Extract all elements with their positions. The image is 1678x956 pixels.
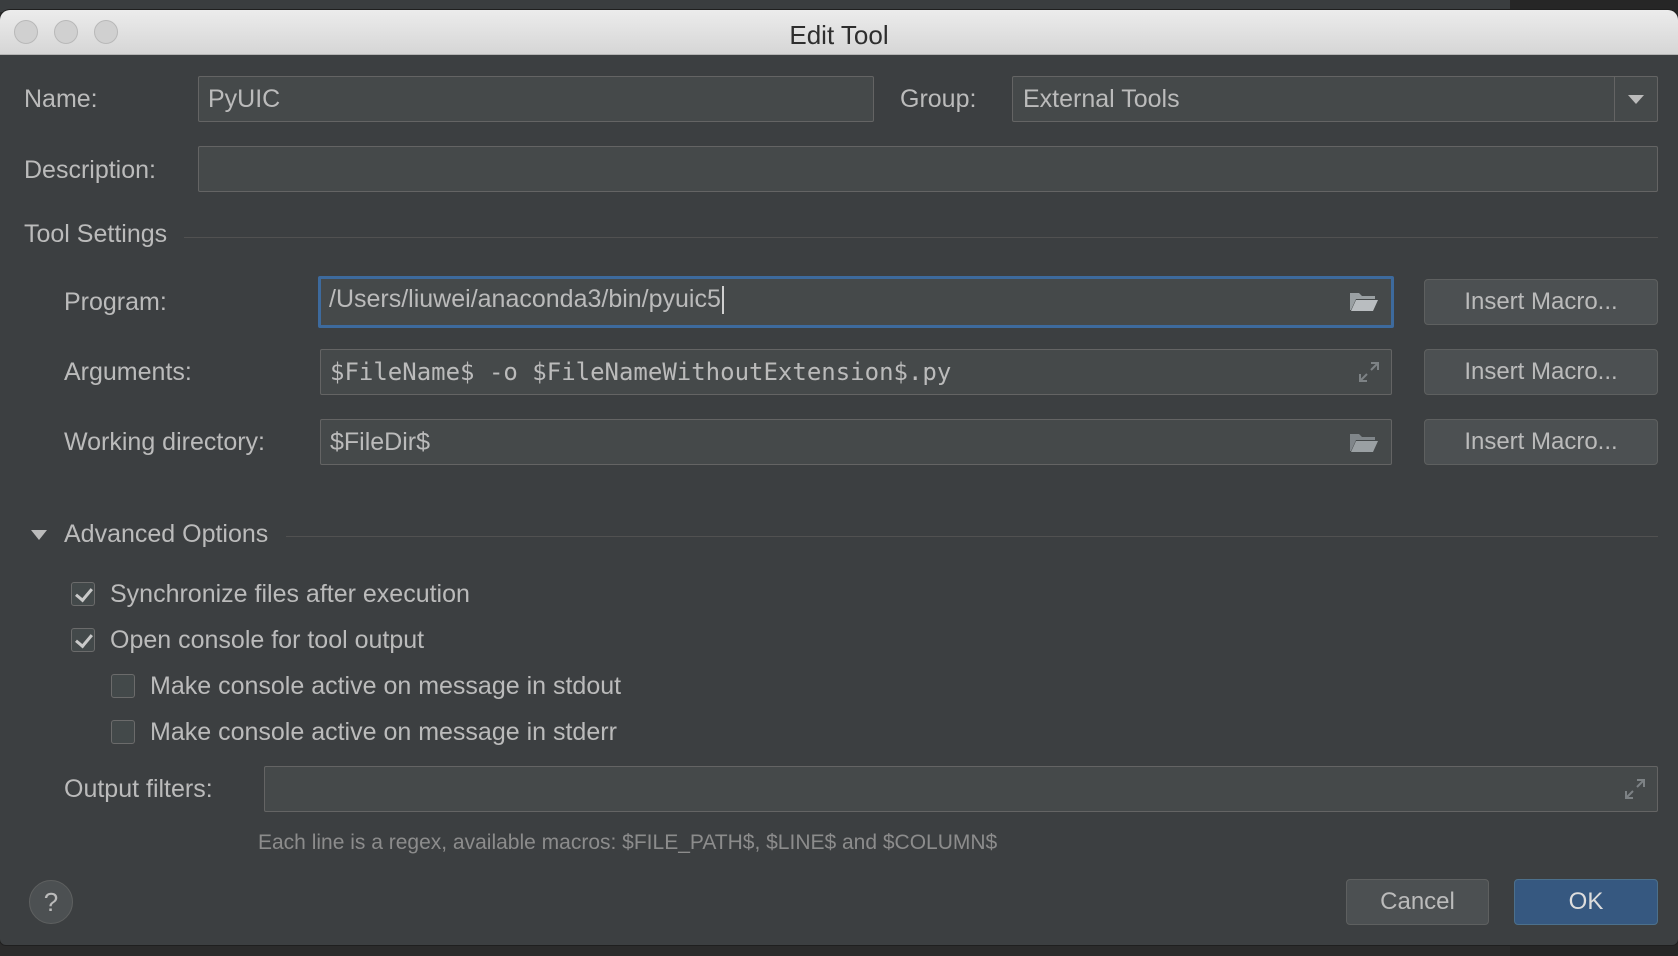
- name-label: Name:: [24, 85, 98, 113]
- arguments-label: Arguments:: [64, 358, 192, 386]
- group-value: External Tools: [1023, 85, 1180, 113]
- window-title: Edit Tool: [789, 20, 889, 50]
- working-directory-field[interactable]: $FileDir$: [320, 419, 1392, 465]
- group-label: Group:: [900, 85, 977, 113]
- open-console-label[interactable]: Open console for tool output: [110, 626, 424, 655]
- working-directory-insert-macro-button[interactable]: Insert Macro...: [1424, 419, 1658, 465]
- output-filters-label: Output filters:: [64, 775, 213, 803]
- program-insert-macro-button[interactable]: Insert Macro...: [1424, 279, 1658, 325]
- group-dropdown[interactable]: External Tools: [1012, 76, 1658, 122]
- advanced-options-separator: [286, 536, 1658, 537]
- folder-open-icon[interactable]: [1349, 431, 1379, 453]
- program-field[interactable]: /Users/liuwei/anaconda3/bin/pyuic5: [318, 276, 1394, 328]
- arguments-value: $FileName$ -o $FileNameWithoutExtension$…: [330, 358, 952, 386]
- collapse-triangle-icon[interactable]: [31, 530, 47, 540]
- sync-files-label[interactable]: Synchronize files after execution: [110, 580, 470, 609]
- arguments-insert-macro-button[interactable]: Insert Macro...: [1424, 349, 1658, 395]
- expand-icon[interactable]: [1623, 777, 1647, 801]
- output-filters-hint: Each line is a regex, available macros: …: [258, 831, 998, 854]
- title-bar: Edit Tool: [0, 10, 1678, 55]
- working-directory-value: $FileDir$: [330, 428, 431, 456]
- text-caret: [721, 286, 724, 315]
- output-filters-field[interactable]: [264, 766, 1658, 812]
- console-stderr-label[interactable]: Make console active on message in stderr: [150, 718, 617, 747]
- description-label: Description:: [24, 156, 156, 184]
- program-value: /Users/liuwei/anaconda3/bin/pyuic5: [329, 285, 721, 313]
- program-label: Program:: [64, 288, 167, 316]
- ok-button[interactable]: OK: [1514, 879, 1658, 925]
- name-field[interactable]: PyUIC: [198, 76, 874, 122]
- edit-tool-dialog: Edit Tool Name: PyUIC Group: External To…: [0, 10, 1678, 945]
- tool-settings-separator: [184, 237, 1658, 238]
- group-dropdown-button[interactable]: [1614, 77, 1657, 121]
- folder-open-icon[interactable]: [1349, 290, 1379, 312]
- arguments-field[interactable]: $FileName$ -o $FileNameWithoutExtension$…: [320, 349, 1392, 395]
- cancel-button[interactable]: Cancel: [1346, 879, 1489, 925]
- tool-settings-title: Tool Settings: [24, 220, 168, 248]
- expand-icon[interactable]: [1357, 360, 1381, 384]
- advanced-options-title[interactable]: Advanced Options: [64, 520, 268, 549]
- console-stdout-label[interactable]: Make console active on message in stdout: [150, 672, 621, 701]
- description-field[interactable]: [198, 146, 1658, 192]
- help-button[interactable]: ?: [29, 880, 73, 924]
- console-stdout-checkbox[interactable]: [111, 674, 135, 698]
- working-directory-label: Working directory:: [64, 428, 265, 456]
- sync-files-checkbox[interactable]: [71, 582, 95, 606]
- console-stderr-checkbox[interactable]: [111, 720, 135, 744]
- name-value: PyUIC: [208, 85, 281, 113]
- chevron-down-icon: [1628, 95, 1644, 104]
- open-console-checkbox[interactable]: [71, 628, 95, 652]
